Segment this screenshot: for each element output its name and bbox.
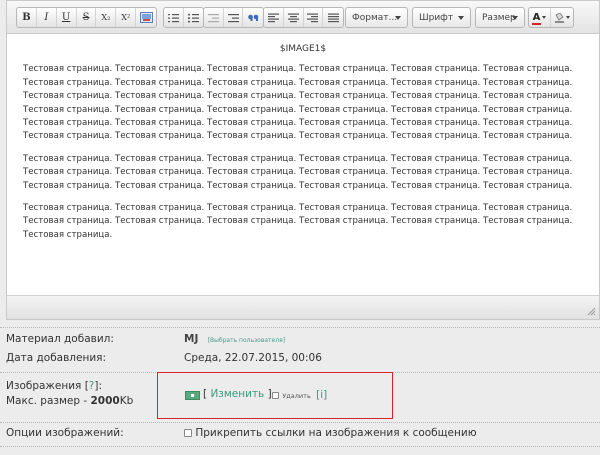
editor-toolbar: B I U S X₂ X² Формат... Шрифт Размер A [7, 1, 599, 34]
background-color-button[interactable] [551, 8, 573, 27]
images-label: Изображения [?]: [6, 380, 102, 392]
image-options-label: Опции изображений: [6, 427, 124, 439]
chevron-down-icon [458, 16, 464, 20]
size-dropdown[interactable]: Размер [475, 7, 525, 28]
text-color-icon: A [531, 12, 541, 25]
upload-icon [191, 394, 194, 397]
image-placeholder-token: $IMAGE1$ [279, 44, 327, 54]
date-label: Дата добавления: [6, 352, 107, 364]
choose-user-link[interactable]: [Выбрать пользователя] [208, 337, 285, 344]
numbered-list-icon [167, 13, 179, 22]
attach-links-checkbox[interactable] [184, 429, 192, 437]
text-color-button[interactable]: A [529, 8, 552, 27]
max-size-unit: Kb [119, 395, 134, 407]
subscript-button[interactable]: X₂ [96, 8, 117, 27]
outdent-icon [207, 13, 219, 22]
author-value: MJ [184, 333, 199, 345]
max-size-label: Макс. размер - 2000Kb [6, 395, 133, 407]
align-center-button[interactable] [284, 8, 304, 27]
divider [0, 446, 600, 447]
bullet-list-icon [187, 13, 199, 23]
align-group [263, 7, 344, 28]
bullet-list-button[interactable] [184, 8, 203, 27]
indent-group [203, 7, 264, 28]
attach-links-option: Прикрепить ссылки на изображения к сообщ… [184, 427, 477, 439]
format-dropdown-label: Формат... [352, 12, 398, 23]
numbered-list-button[interactable] [164, 8, 184, 27]
author-field: MJ [Выбрать пользователя] [184, 333, 285, 345]
image-icon [139, 12, 153, 23]
indent-button[interactable] [224, 8, 244, 27]
blockquote-icon [247, 14, 258, 21]
divider [0, 327, 600, 328]
align-left-button[interactable] [264, 8, 284, 27]
format-dropdown[interactable]: Формат... [345, 7, 408, 28]
resize-grip-icon[interactable] [587, 307, 596, 316]
divider [0, 422, 600, 423]
attach-links-label: Прикрепить ссылки на изображения к сообщ… [195, 427, 477, 439]
font-dropdown-label: Шрифт [419, 12, 454, 23]
images-label-text: Изображения [ [6, 380, 89, 392]
superscript-button[interactable]: X² [116, 8, 137, 27]
align-right-button[interactable] [304, 8, 324, 27]
author-label: Материал добавил: [6, 333, 114, 345]
strikethrough-button[interactable]: S [77, 8, 97, 27]
delete-image-control: Удалить [i] [272, 389, 327, 401]
indent-icon [227, 13, 239, 22]
align-right-icon [307, 13, 319, 22]
max-size-label-text: Макс. размер - [6, 395, 91, 407]
background-color-icon [555, 12, 564, 23]
paragraph-2: Тестовая страница. Тестовая страница. Те… [23, 153, 573, 191]
color-group: A [528, 7, 574, 28]
date-value: Среда, 22.07.2015, 00:06 [184, 352, 322, 364]
insert-image-button[interactable] [136, 8, 156, 27]
text-color-letter: A [532, 12, 541, 23]
images-label-end: ]: [94, 380, 103, 392]
chevron-down-icon [395, 16, 401, 20]
paragraph-3: Тестовая страница. Тестовая страница. Те… [23, 203, 573, 240]
max-size-value: 2000 [90, 395, 120, 407]
justify-button[interactable] [323, 8, 343, 27]
justify-icon [327, 13, 339, 22]
change-bracket-close: ] [264, 388, 272, 400]
align-left-icon [267, 13, 279, 22]
change-image-control: [ Изменить ] [203, 388, 272, 400]
text-style-group: B I U S X₂ X² [16, 7, 157, 28]
change-image-link[interactable]: Изменить [210, 388, 264, 400]
align-center-icon [287, 13, 299, 22]
list-group [163, 7, 204, 28]
delete-image-checkbox[interactable] [272, 392, 279, 399]
italic-button[interactable]: I [37, 8, 57, 27]
bold-button[interactable]: B [17, 8, 37, 27]
upload-button[interactable] [185, 391, 200, 400]
chevron-down-icon [512, 16, 518, 20]
size-dropdown-label: Размер [482, 12, 516, 23]
rich-text-editor: B I U S X₂ X² Формат... Шрифт Размер A $… [6, 0, 600, 320]
underline-button[interactable]: U [57, 8, 77, 27]
editor-content[interactable]: $IMAGE1$ Тестовая страница. Тестовая стр… [7, 34, 599, 296]
editor-statusbar [7, 295, 599, 319]
image-info-link[interactable]: [i] [316, 389, 327, 401]
delete-image-label: Удалить [282, 392, 311, 400]
font-dropdown[interactable]: Шрифт [412, 7, 471, 28]
blockquote-button[interactable] [243, 8, 263, 27]
outdent-button[interactable] [204, 8, 224, 27]
paragraph-1: Тестовая страница. Тестовая страница. Те… [23, 64, 573, 142]
